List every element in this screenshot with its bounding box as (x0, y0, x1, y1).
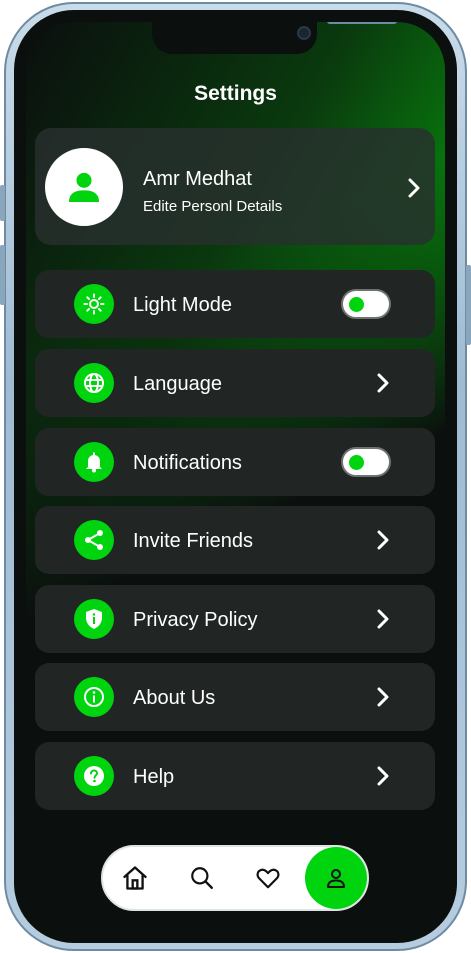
setting-row-privacy-policy[interactable]: Privacy Policy (35, 585, 435, 653)
help-icon (74, 756, 114, 796)
setting-label: Help (133, 766, 175, 788)
heart-icon (256, 868, 280, 889)
chevron-right-icon (375, 685, 391, 709)
bottom-nav (101, 845, 369, 911)
profile-name: Amr Medhat (143, 168, 252, 190)
notifications-toggle[interactable] (341, 447, 391, 477)
side-button-left-2 (0, 245, 5, 305)
speaker (327, 22, 397, 24)
chevron-right-icon (375, 528, 391, 552)
chevron-right-icon (406, 176, 422, 200)
light-mode-toggle[interactable] (341, 289, 391, 319)
profile-card[interactable]: Amr Medhat Edite Personl Details (35, 128, 435, 245)
shield-icon (74, 599, 114, 639)
camera (297, 26, 311, 40)
nav-search-button[interactable] (180, 856, 224, 900)
globe-icon (74, 363, 114, 403)
setting-label: Invite Friends (133, 530, 254, 552)
chevron-right-icon (375, 371, 391, 395)
setting-label: Privacy Policy (133, 609, 258, 631)
home-icon (123, 866, 147, 890)
setting-row-about-us[interactable]: About Us (35, 663, 435, 731)
avatar (45, 148, 123, 226)
info-icon (74, 677, 114, 717)
setting-label: Light Mode (133, 294, 232, 316)
setting-row-language[interactable]: Language (35, 349, 435, 417)
profile-subtitle: Edite Personl Details (143, 198, 283, 215)
setting-label: About Us (133, 687, 216, 709)
notch (152, 22, 397, 54)
nav-favorites-button[interactable] (246, 856, 290, 900)
share-icon (74, 520, 114, 560)
profile-icon (327, 869, 345, 888)
chevron-right-icon (375, 764, 391, 788)
setting-row-notifications[interactable]: Notifications (35, 428, 435, 496)
setting-row-help[interactable]: Help (35, 742, 435, 810)
setting-label: Notifications (133, 452, 242, 474)
person-icon (69, 172, 99, 202)
setting-row-light-mode[interactable]: Light Mode (35, 270, 435, 338)
bell-icon (74, 442, 114, 482)
toggle-knob (349, 455, 364, 470)
nav-home-button[interactable] (113, 856, 157, 900)
setting-label: Language (133, 373, 222, 395)
screen: Settings Amr Medhat Edite Personl Detail… (26, 22, 445, 931)
toggle-knob (349, 297, 364, 312)
sun-icon (74, 284, 114, 324)
setting-row-invite-friends[interactable]: Invite Friends (35, 506, 435, 574)
chevron-right-icon (375, 607, 391, 631)
search-icon (191, 867, 213, 889)
nav-profile-button[interactable] (305, 847, 367, 909)
page-title: Settings (194, 82, 277, 105)
side-button-left (0, 185, 5, 221)
side-button-right (466, 265, 471, 345)
